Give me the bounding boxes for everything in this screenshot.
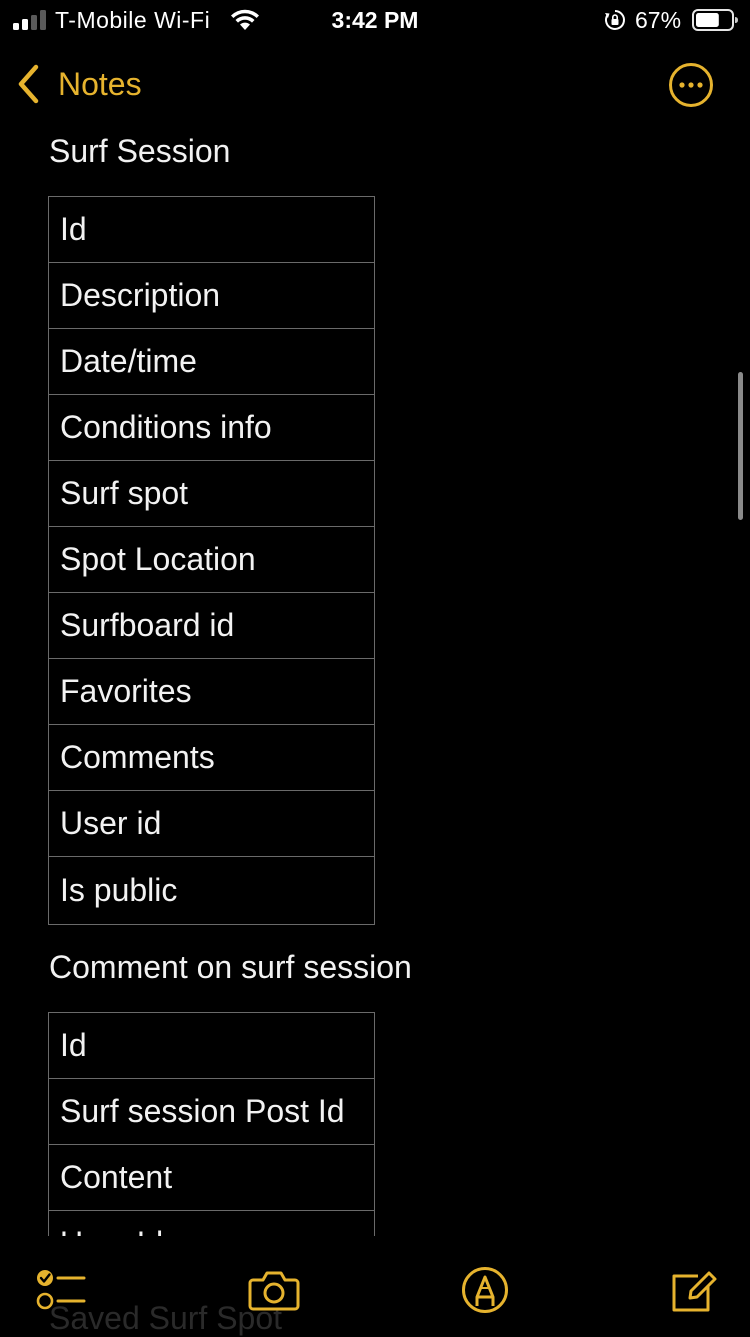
table-row[interactable]: User Id — [49, 1211, 374, 1236]
back-button[interactable]: Notes — [16, 62, 142, 106]
table-row[interactable]: Surfboard id — [49, 593, 374, 659]
table-row[interactable]: Id — [49, 197, 374, 263]
table-row[interactable]: Conditions info — [49, 395, 374, 461]
table-row[interactable]: Surf spot — [49, 461, 374, 527]
note-table[interactable]: Id Surf session Post Id Content User Id — [48, 1012, 375, 1236]
table-row[interactable]: Comments — [49, 725, 374, 791]
battery-percentage: 67% — [635, 7, 682, 33]
orientation-lock-icon — [605, 10, 625, 30]
markup-pen-icon[interactable] — [459, 1266, 511, 1314]
compose-icon[interactable] — [668, 1266, 720, 1314]
section-heading[interactable]: Comment on surf session — [49, 949, 412, 986]
status-bar: T-Mobile Wi-Fi 3:42 PM 67% — [0, 0, 750, 40]
note-body[interactable]: Surf Session Id Description Date/time Co… — [0, 0, 750, 1236]
section-heading[interactable]: Surf Session — [49, 133, 230, 170]
table-row[interactable]: Favorites — [49, 659, 374, 725]
chevron-left-icon — [18, 64, 39, 104]
table-row[interactable]: Description — [49, 263, 374, 329]
ellipsis-circle-icon[interactable] — [668, 62, 714, 108]
note-table[interactable]: Id Description Date/time Conditions info… — [48, 196, 375, 925]
table-row[interactable]: Id — [49, 1013, 374, 1079]
table-row[interactable]: Is public — [49, 857, 374, 925]
scroll-indicator[interactable] — [738, 372, 743, 520]
table-row[interactable]: Date/time — [49, 329, 374, 395]
table-row[interactable]: User id — [49, 791, 374, 857]
table-row[interactable]: Content — [49, 1145, 374, 1211]
battery-icon — [692, 9, 738, 31]
table-row[interactable]: Surf session Post Id — [49, 1079, 374, 1145]
back-button-label: Notes — [58, 65, 142, 102]
checklist-icon[interactable] — [34, 1266, 86, 1314]
camera-icon[interactable] — [248, 1266, 300, 1314]
table-row[interactable]: Spot Location — [49, 527, 374, 593]
